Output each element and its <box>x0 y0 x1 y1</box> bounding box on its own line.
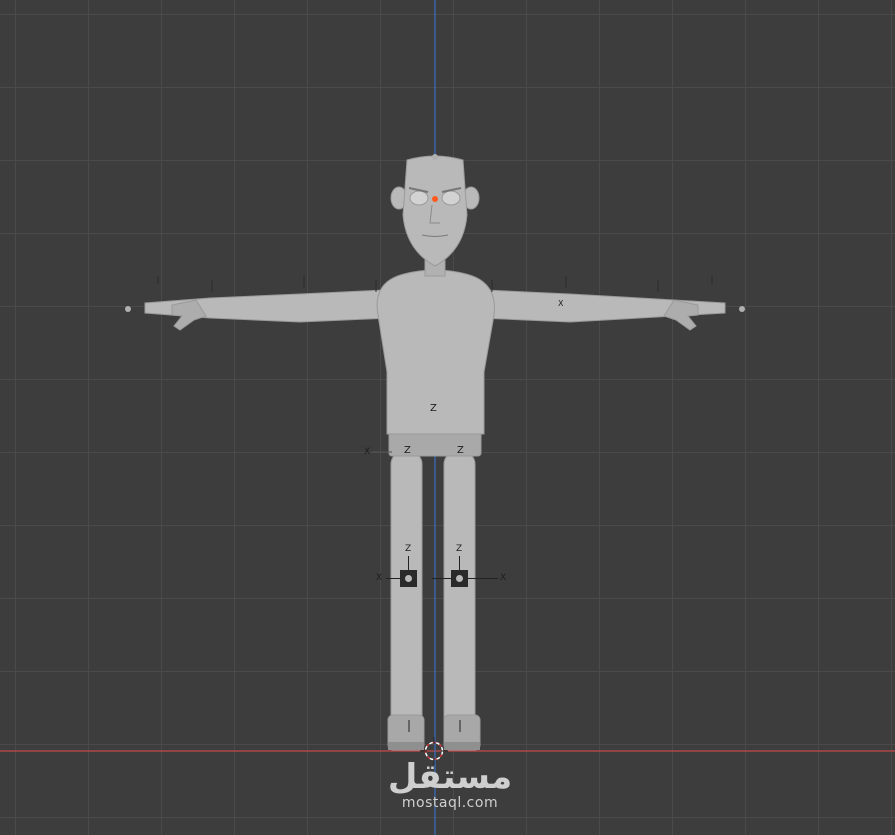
hip-x-label: X <box>364 447 371 457</box>
3d-viewport[interactable]: Z Z Z X Z Z X X X مستقل mostaql.com <box>0 0 895 835</box>
right-finger-bone-tip[interactable] <box>739 306 745 312</box>
head-bone-tip[interactable] <box>432 154 438 160</box>
knee-right-x-label: X <box>500 573 507 583</box>
watermark-url: mostaql.com <box>401 795 499 811</box>
knee-right-z-label: Z <box>456 544 463 554</box>
watermark: مستقل mostaql.com <box>380 758 520 810</box>
right-eye <box>441 190 461 206</box>
left-leg[interactable] <box>390 451 423 743</box>
pelvis[interactable] <box>388 431 482 457</box>
hip-right-z-label: Z <box>457 445 464 456</box>
knee-left-z-label: Z <box>405 544 412 554</box>
torso-z-label: Z <box>430 403 437 414</box>
left-eye <box>409 190 429 206</box>
origin-dot-icon[interactable] <box>432 196 438 202</box>
watermark-logo: مستقل <box>387 757 513 797</box>
knee-left-x-label: X <box>376 573 383 583</box>
right-leg[interactable] <box>443 451 476 743</box>
head[interactable] <box>402 155 468 267</box>
left-sole <box>388 742 424 750</box>
left-finger-bone-tip[interactable] <box>125 306 131 312</box>
scene-canvas[interactable] <box>0 0 895 835</box>
hip-left-z-label: Z <box>404 445 411 456</box>
wrist-x-label: X <box>558 299 564 308</box>
right-sole <box>444 742 480 750</box>
